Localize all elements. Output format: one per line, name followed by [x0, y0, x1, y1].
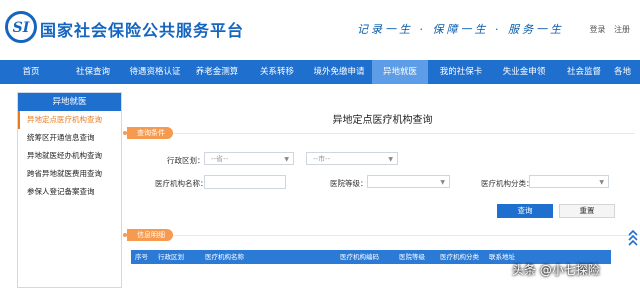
chevron-down-icon: ▼	[440, 179, 445, 186]
column-header-institution-name: 医疗机构名称	[205, 253, 244, 261]
hospital-level-select[interactable]: ▼	[367, 175, 450, 188]
nav-item-home[interactable]: 首页	[0, 60, 62, 84]
city-select-value: --市--	[313, 155, 331, 163]
nav-item-transfer[interactable]: 关系转移	[248, 60, 306, 84]
reset-button[interactable]: 重置	[559, 204, 615, 218]
query-section-tag: 查询条件	[123, 127, 173, 139]
sidebar-item-region-info[interactable]: 统筹区开通信息查询	[18, 129, 121, 147]
chevron-down-icon: ▼	[388, 156, 393, 163]
column-header-institution-category: 医疗机构分类	[440, 253, 479, 261]
institution-name-input[interactable]	[204, 175, 286, 189]
nav-item-my-card[interactable]: 我的社保卡	[428, 60, 494, 84]
slogan: 记录一生 · 保障一生 · 服务一生	[357, 23, 564, 36]
page-title: 异地定点医疗机构查询	[332, 115, 433, 126]
scroll-arrows-icon[interactable]	[627, 228, 639, 250]
nav-item-supervision[interactable]: 社会监督	[554, 60, 614, 84]
main-content: 异地定点医疗机构查询 查询条件 行政区划： --省-- ▼ --市-- ▼ 医疗…	[123, 92, 640, 286]
institution-category-label: 医疗机构分类：	[481, 179, 534, 188]
social-insurance-logo[interactable]: SI	[5, 11, 37, 43]
nav-item-qualification[interactable]: 待遇资格认证	[124, 60, 186, 84]
nav-item-regions[interactable]: 各地	[614, 60, 640, 84]
query-button[interactable]: 查询	[497, 204, 553, 218]
section-divider	[135, 133, 635, 134]
nav-item-social-query[interactable]: 社保查询	[62, 60, 124, 84]
site-header: SI 国家社会保险公共服务平台 记录一生 · 保障一生 · 服务一生 登录 注册	[0, 0, 640, 58]
sidebar-item-registration[interactable]: 参保人登记备案查询	[18, 183, 121, 201]
section-divider	[135, 235, 635, 236]
column-header-institution-code: 医疗机构编码	[340, 253, 379, 261]
column-header-region: 行政区划	[158, 253, 184, 261]
nav-item-remote-medical[interactable]: 异地就医	[372, 60, 428, 84]
nav-item-pension-calc[interactable]: 养老金测算	[186, 60, 248, 84]
login-link[interactable]: 登录	[589, 25, 605, 34]
info-section-tag: 信息明细	[123, 229, 173, 241]
svg-text:SI: SI	[13, 20, 30, 36]
hospital-level-label: 医院等级：	[330, 179, 368, 188]
institution-name-label: 医疗机构名称：	[155, 179, 208, 188]
sidebar-item-designated-institution[interactable]: 异地定点医疗机构查询	[18, 111, 121, 129]
chevron-down-icon: ▼	[599, 179, 604, 186]
province-select[interactable]: --省-- ▼	[204, 152, 294, 165]
nav-item-overseas[interactable]: 境外免缴申请	[306, 60, 372, 84]
sidebar-item-agency[interactable]: 异地就医经办机构查询	[18, 147, 121, 165]
register-link[interactable]: 注册	[614, 25, 630, 34]
chevron-down-icon: ▼	[284, 156, 289, 163]
main-nav: 首页 社保查询 待遇资格认证 养老金测算 关系转移 境外免缴申请 异地就医 我的…	[0, 60, 640, 84]
institution-category-select[interactable]: ▼	[529, 175, 609, 188]
site-title: 国家社会保险公共服务平台	[40, 21, 245, 40]
account-links: 登录 注册	[583, 24, 630, 35]
sidebar-item-cost-query[interactable]: 跨省异地就医费用查询	[18, 165, 121, 183]
sidebar-header: 异地就医	[18, 93, 121, 111]
watermark: 头条 @小七探险	[512, 263, 600, 277]
nav-item-unemployment[interactable]: 失业金申领	[494, 60, 554, 84]
sidebar: 异地就医 异地定点医疗机构查询 统筹区开通信息查询 异地就医经办机构查询 跨省异…	[17, 92, 122, 288]
city-select[interactable]: --市-- ▼	[306, 152, 398, 165]
province-select-value: --省--	[211, 155, 229, 163]
region-label: 行政区划：	[167, 156, 205, 165]
column-header-index: 序号	[135, 253, 148, 261]
column-header-hospital-level: 医院等级	[399, 253, 425, 261]
